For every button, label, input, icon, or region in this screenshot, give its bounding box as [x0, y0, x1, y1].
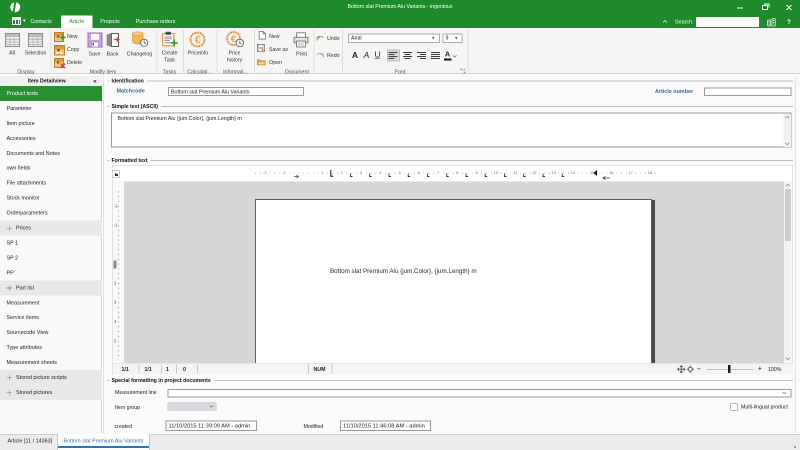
svg-text:12: 12	[532, 170, 537, 175]
svg-text:3: 3	[360, 170, 363, 175]
svg-text:14: 14	[571, 170, 576, 175]
svg-text:18: 18	[648, 170, 653, 175]
svg-text:4: 4	[379, 170, 382, 175]
svg-text:5: 5	[114, 338, 117, 343]
svg-text:8: 8	[456, 170, 459, 175]
svg-text:€: €	[195, 35, 201, 46]
svg-text:-1: -1	[114, 223, 118, 228]
svg-text:2: 2	[114, 281, 117, 286]
svg-text:3: 3	[114, 300, 117, 305]
svg-text:10: 10	[494, 170, 499, 175]
svg-text:7: 7	[437, 170, 440, 175]
svg-text:2: 2	[341, 170, 344, 175]
svg-text:-2: -2	[114, 204, 118, 209]
svg-text:1: 1	[321, 170, 324, 175]
svg-text:9: 9	[475, 170, 478, 175]
svg-text:11: 11	[513, 170, 518, 175]
svg-text:5: 5	[398, 170, 401, 175]
svg-text:13: 13	[551, 170, 556, 175]
svg-text:16: 16	[609, 170, 614, 175]
svg-text:-2: -2	[263, 170, 267, 175]
svg-text:17: 17	[628, 170, 633, 175]
svg-text:-1: -1	[282, 170, 286, 175]
svg-text:6: 6	[418, 170, 421, 175]
svg-text:4: 4	[114, 319, 117, 324]
